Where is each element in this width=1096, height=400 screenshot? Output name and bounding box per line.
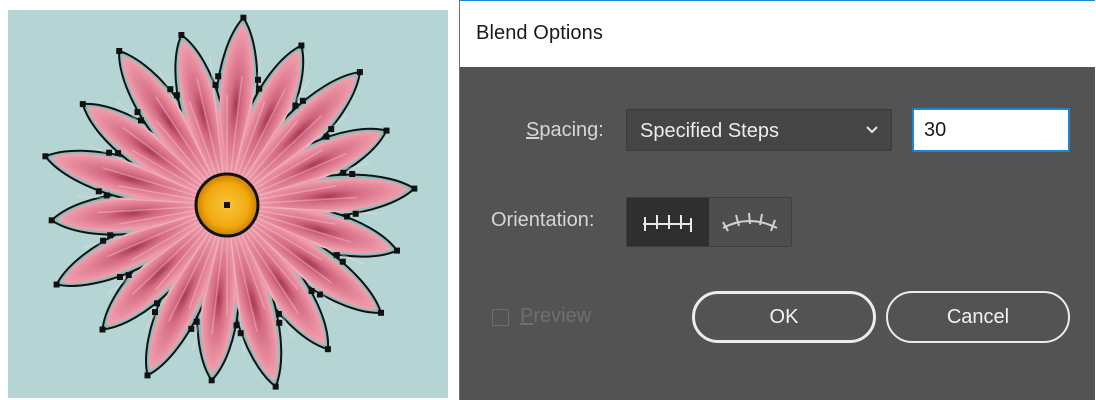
anchor-point[interactable] — [240, 14, 247, 21]
anchor-point[interactable] — [125, 272, 132, 278]
orientation-label: Orientation: — [491, 209, 595, 231]
orientation-toggle-group — [626, 197, 792, 247]
dialog-titlebar[interactable]: Blend Options — [460, 1, 1095, 67]
spacing-select[interactable]: Specified Steps — [626, 109, 892, 151]
spacing-label: Spacing: — [526, 119, 604, 142]
chevron-down-icon — [866, 126, 878, 134]
spacing-select-value: Specified Steps — [640, 120, 779, 142]
anchor-point[interactable] — [100, 237, 107, 244]
anchor-point[interactable] — [383, 127, 390, 134]
anchor-point[interactable] — [115, 150, 121, 157]
anchor-point[interactable] — [173, 92, 180, 99]
anchor-point[interactable] — [276, 319, 283, 326]
anchor-point[interactable] — [53, 281, 60, 288]
align-to-page-button[interactable] — [627, 198, 709, 246]
anchor-point[interactable] — [272, 383, 279, 390]
steps-input[interactable] — [912, 108, 1070, 152]
preview-label-accesskey: P — [520, 305, 534, 327]
anchor-point[interactable] — [339, 258, 346, 265]
anchor-point[interactable] — [255, 76, 261, 83]
anchor-point[interactable] — [95, 188, 102, 195]
anchor-point[interactable] — [152, 309, 158, 315]
anchor-point[interactable] — [411, 185, 418, 192]
anchor-point[interactable] — [394, 247, 400, 254]
ok-button[interactable]: OK — [692, 291, 876, 343]
anchor-point[interactable] — [215, 73, 222, 80]
anchor-point[interactable] — [103, 192, 110, 199]
anchor-point[interactable] — [340, 169, 347, 176]
anchor-point[interactable] — [117, 274, 123, 280]
anchor-point[interactable] — [106, 149, 113, 156]
anchor-point[interactable] — [316, 291, 323, 298]
align-to-path-icon — [722, 212, 778, 232]
anchor-point[interactable] — [116, 48, 123, 54]
align-to-path-button[interactable] — [709, 198, 791, 246]
anchor-point[interactable] — [167, 86, 174, 93]
anchor-point[interactable] — [323, 133, 330, 140]
anchor-point[interactable] — [352, 210, 359, 217]
anchor-point[interactable] — [134, 109, 141, 116]
spacing-label-text: pacing: — [539, 119, 604, 141]
anchor-point[interactable] — [237, 330, 244, 337]
center-point[interactable] — [224, 202, 230, 208]
anchor-point[interactable] — [107, 232, 114, 239]
anchor-point[interactable] — [208, 377, 215, 384]
align-to-page-icon — [643, 215, 692, 232]
anchor-point[interactable] — [298, 42, 305, 49]
anchor-point[interactable] — [349, 171, 356, 177]
anchor-point[interactable] — [344, 213, 351, 220]
blend-options-dialog: Blend Options Spacing: Specified Steps O… — [459, 0, 1095, 400]
anchor-point[interactable] — [299, 97, 306, 104]
screen: Blend Options Spacing: Specified Steps O… — [0, 0, 1096, 400]
preview-label: Preview — [520, 305, 591, 328]
anchor-point[interactable] — [275, 311, 282, 317]
flower-artwork[interactable] — [0, 0, 457, 400]
anchor-point[interactable] — [188, 325, 195, 332]
anchor-point[interactable] — [378, 309, 384, 316]
anchor-point[interactable] — [193, 318, 200, 325]
artboard[interactable] — [0, 0, 457, 400]
anchor-point[interactable] — [48, 217, 55, 224]
anchor-point[interactable] — [256, 85, 263, 92]
anchor-point[interactable] — [328, 126, 335, 133]
preview-checkbox[interactable] — [492, 309, 509, 326]
preview-label-text: review — [533, 305, 592, 327]
anchor-point[interactable] — [154, 300, 160, 307]
cancel-button[interactable]: Cancel — [886, 291, 1070, 343]
anchor-point[interactable] — [292, 102, 299, 109]
anchor-point[interactable] — [42, 153, 49, 160]
anchor-point[interactable] — [212, 81, 219, 88]
anchor-point[interactable] — [79, 101, 86, 108]
spacing-label-accesskey: S — [526, 119, 540, 141]
dialog-title: Blend Options — [476, 22, 603, 44]
anchor-point[interactable] — [138, 117, 144, 124]
anchor-point[interactable] — [99, 326, 106, 333]
anchor-point[interactable] — [356, 69, 363, 76]
anchor-point[interactable] — [144, 372, 151, 379]
anchor-point[interactable] — [324, 346, 331, 353]
anchor-point[interactable] — [333, 252, 340, 259]
anchor-point[interactable] — [178, 32, 185, 38]
anchor-point[interactable] — [233, 322, 240, 329]
anchor-point[interactable] — [308, 288, 315, 294]
